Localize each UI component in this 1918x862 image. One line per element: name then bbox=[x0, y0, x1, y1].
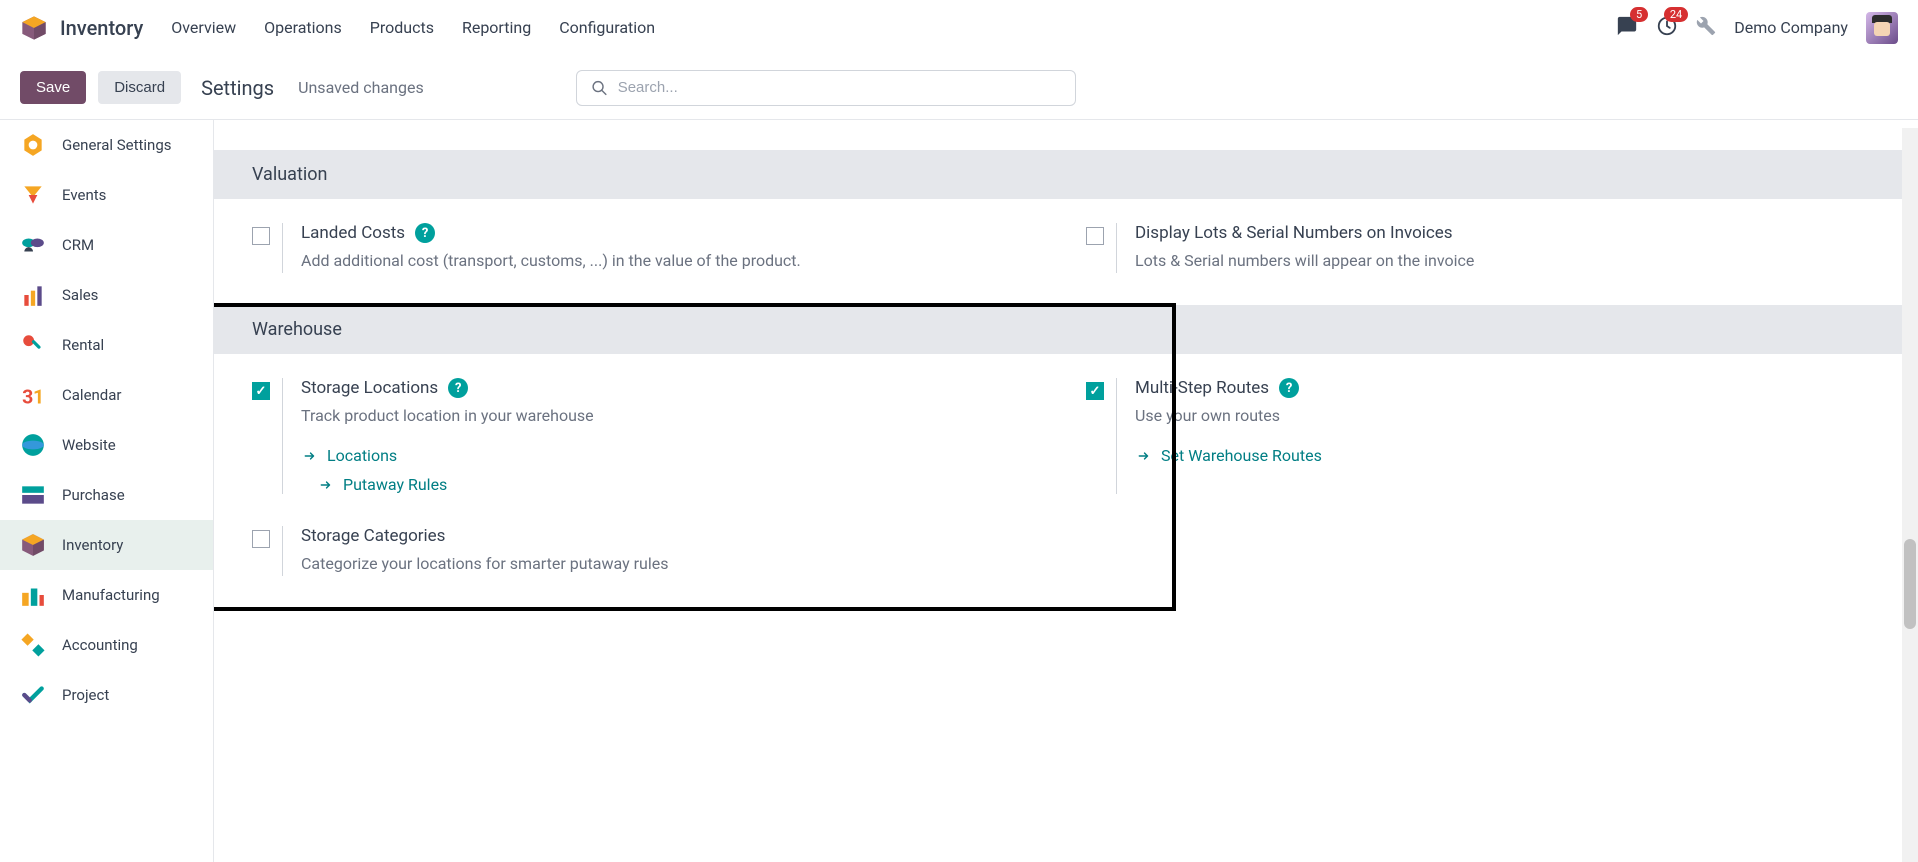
checkbox-multistep-routes[interactable] bbox=[1086, 382, 1104, 400]
checkbox-landed-costs[interactable] bbox=[252, 227, 270, 245]
save-button[interactable]: Save bbox=[20, 71, 86, 104]
section-header-warehouse: Warehouse bbox=[214, 305, 1918, 354]
link-putaway-rules[interactable]: Putaway Rules bbox=[317, 475, 1046, 494]
sidebar-item-label: Events bbox=[62, 186, 106, 204]
sales-icon bbox=[20, 282, 46, 308]
sidebar-item-calendar[interactable]: 31 Calendar bbox=[0, 370, 213, 420]
sidebar-item-label: CRM bbox=[62, 236, 94, 254]
top-nav: Inventory Overview Operations Products R… bbox=[0, 0, 1918, 56]
sidebar-item-events[interactable]: Events bbox=[0, 170, 213, 220]
top-nav-right: 5 24 Demo Company bbox=[1616, 12, 1898, 44]
section-header-valuation: Valuation bbox=[214, 150, 1918, 199]
sidebar-item-project[interactable]: Project bbox=[0, 670, 213, 720]
search-icon bbox=[591, 79, 608, 97]
rental-icon bbox=[20, 332, 46, 358]
events-icon bbox=[20, 182, 46, 208]
sidebar-item-sales[interactable]: Sales bbox=[0, 270, 213, 320]
inventory-icon bbox=[20, 532, 46, 558]
setting-title: Storage Locations bbox=[301, 378, 438, 398]
content: Valuation Landed Costs ? Add additional … bbox=[214, 120, 1918, 862]
messages-badge: 5 bbox=[1630, 7, 1648, 22]
sidebar-item-label: Calendar bbox=[62, 386, 122, 404]
search-wrap[interactable] bbox=[576, 70, 1076, 106]
svg-text:3: 3 bbox=[22, 386, 33, 408]
sidebar-item-label: Manufacturing bbox=[62, 586, 160, 604]
nav-menu: Overview Operations Products Reporting C… bbox=[171, 18, 655, 37]
app-logo-icon[interactable] bbox=[20, 14, 48, 42]
link-locations[interactable]: Locations bbox=[301, 446, 1046, 465]
setting-title: Display Lots & Serial Numbers on Invoice… bbox=[1135, 223, 1453, 243]
sidebar-item-label: Project bbox=[62, 686, 109, 704]
checkbox-display-lots[interactable] bbox=[1086, 227, 1104, 245]
status-text: Unsaved changes bbox=[298, 78, 424, 97]
scrollbar[interactable] bbox=[1902, 128, 1918, 862]
website-icon bbox=[20, 432, 46, 458]
action-bar: Save Discard Settings Unsaved changes bbox=[0, 56, 1918, 120]
nav-configuration[interactable]: Configuration bbox=[559, 18, 655, 37]
setting-desc: Track product location in your warehouse bbox=[301, 404, 1046, 428]
nav-operations[interactable]: Operations bbox=[264, 18, 342, 37]
calendar-icon: 31 bbox=[20, 382, 46, 408]
help-icon[interactable]: ? bbox=[448, 378, 468, 398]
section-body-warehouse-row2: Storage Categories Categorize your locat… bbox=[214, 526, 1918, 608]
section-body-valuation: Landed Costs ? Add additional cost (tran… bbox=[214, 199, 1918, 305]
arrow-right-icon bbox=[301, 449, 319, 463]
arrow-right-icon bbox=[1135, 449, 1153, 463]
manufacturing-icon bbox=[20, 582, 46, 608]
setting-title: Storage Categories bbox=[301, 526, 445, 546]
sidebar-item-rental[interactable]: Rental bbox=[0, 320, 213, 370]
sidebar-item-label: Inventory bbox=[62, 536, 123, 554]
app-title[interactable]: Inventory bbox=[60, 16, 143, 40]
setting-desc: Categorize your locations for smarter pu… bbox=[301, 552, 1046, 576]
checkbox-storage-categories[interactable] bbox=[252, 530, 270, 548]
purchase-icon bbox=[20, 482, 46, 508]
discard-button[interactable]: Discard bbox=[98, 71, 181, 104]
tools-icon[interactable] bbox=[1696, 16, 1716, 40]
breadcrumb: Settings bbox=[201, 76, 274, 100]
svg-text:1: 1 bbox=[33, 386, 44, 408]
setting-desc: Use your own routes bbox=[1135, 404, 1880, 428]
nav-products[interactable]: Products bbox=[370, 18, 434, 37]
sidebar-item-label: Website bbox=[62, 436, 116, 454]
sidebar-item-label: Accounting bbox=[62, 636, 138, 654]
sidebar-item-label: Purchase bbox=[62, 486, 125, 504]
sidebar-item-label: Sales bbox=[62, 286, 98, 304]
setting-title: Multi-Step Routes bbox=[1135, 378, 1269, 398]
scrollbar-thumb[interactable] bbox=[1904, 539, 1916, 629]
help-icon[interactable]: ? bbox=[1279, 378, 1299, 398]
sidebar-item-purchase[interactable]: Purchase bbox=[0, 470, 213, 520]
search-input[interactable] bbox=[618, 79, 1061, 96]
setting-title: Landed Costs bbox=[301, 223, 405, 243]
setting-desc: Lots & Serial numbers will appear on the… bbox=[1135, 249, 1880, 273]
nav-overview[interactable]: Overview bbox=[171, 18, 236, 37]
messages-icon[interactable]: 5 bbox=[1616, 15, 1638, 41]
sidebar-item-accounting[interactable]: Accounting bbox=[0, 620, 213, 670]
section-body-warehouse: Storage Locations ? Track product locati… bbox=[214, 354, 1918, 526]
checkbox-storage-locations[interactable] bbox=[252, 382, 270, 400]
help-icon[interactable]: ? bbox=[415, 223, 435, 243]
sidebar-item-website[interactable]: Website bbox=[0, 420, 213, 470]
sidebar-item-label: General Settings bbox=[62, 136, 172, 154]
sidebar-item-inventory[interactable]: Inventory bbox=[0, 520, 213, 570]
sidebar-item-manufacturing[interactable]: Manufacturing bbox=[0, 570, 213, 620]
sidebar-item-crm[interactable]: CRM bbox=[0, 220, 213, 270]
sidebar-item-label: Rental bbox=[62, 336, 104, 354]
setting-desc: Add additional cost (transport, customs,… bbox=[301, 249, 1046, 273]
activities-badge: 24 bbox=[1664, 7, 1688, 22]
sidebar-item-general-settings[interactable]: General Settings bbox=[0, 120, 213, 170]
activities-icon[interactable]: 24 bbox=[1656, 15, 1678, 41]
gear-icon bbox=[20, 132, 46, 158]
sidebar: General Settings Events CRM Sales Rental… bbox=[0, 120, 214, 862]
avatar[interactable] bbox=[1866, 12, 1898, 44]
crm-icon bbox=[20, 232, 46, 258]
company-name[interactable]: Demo Company bbox=[1734, 18, 1848, 37]
nav-reporting[interactable]: Reporting bbox=[462, 18, 531, 37]
accounting-icon bbox=[20, 632, 46, 658]
project-icon bbox=[20, 682, 46, 708]
link-set-warehouse-routes[interactable]: Set Warehouse Routes bbox=[1135, 446, 1880, 465]
arrow-right-icon bbox=[317, 478, 335, 492]
